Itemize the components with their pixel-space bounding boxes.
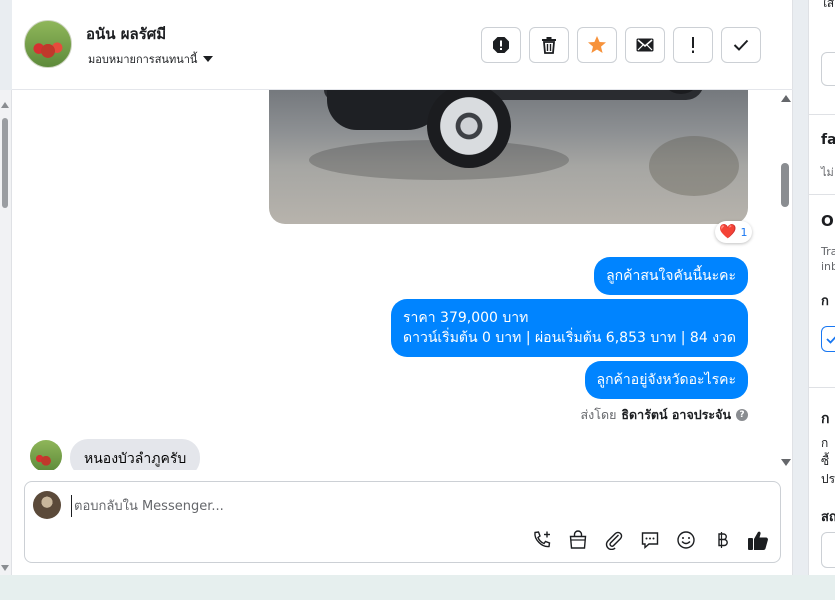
- chat-bubble-icon: [641, 532, 659, 550]
- outgoing-message[interactable]: ลูกค้าอยู่จังหวัดอะไรคะ: [584, 361, 748, 399]
- my-avatar: [33, 491, 61, 519]
- contact-name[interactable]: อนัน ผลรัศมี: [86, 22, 166, 46]
- report-spam-button[interactable]: [481, 27, 521, 63]
- incoming-message[interactable]: หนองบัวลำภูครับ: [70, 439, 201, 470]
- photo-stain: [649, 136, 739, 196]
- header-actions: [481, 27, 761, 63]
- side-text: ไม่: [821, 166, 834, 179]
- conversation-panel: อนัน ผลรัศมี มอบหมายการสนทนานี้ ❤️ 1 ลูก…: [12, 0, 793, 575]
- attach-button[interactable]: [602, 528, 626, 552]
- paperclip-icon: [605, 531, 623, 550]
- report-spam-icon: [493, 37, 509, 53]
- chat-scrollbar[interactable]: [778, 93, 792, 468]
- help-icon[interactable]: ?: [736, 409, 748, 421]
- message-line: ดาวน์เริ่มต้น 0 บาท | ผ่อนเริ่มต้น 6,853…: [403, 330, 736, 346]
- reaction-badge[interactable]: ❤️ 1: [715, 221, 753, 243]
- call-button[interactable]: [530, 528, 554, 552]
- heart-icon: ❤️: [719, 224, 737, 240]
- contact-avatar[interactable]: [24, 20, 72, 68]
- side-input[interactable]: [821, 532, 835, 568]
- star-button[interactable]: [577, 27, 617, 63]
- scroll-thumb[interactable]: [781, 163, 789, 207]
- scroll-up-arrow[interactable]: [781, 95, 791, 102]
- conversation-header: อนัน ผลรัศมี มอบหมายการสนทนานี้: [12, 0, 793, 90]
- side-text: Tra: [821, 245, 835, 258]
- side-text: ใส่: [821, 0, 835, 10]
- sent-by-label: ส่งโดย: [580, 407, 617, 422]
- message-line: ราคา 379,000 บาท: [403, 310, 529, 326]
- side-heading: O: [821, 212, 834, 230]
- side-heading: fa: [821, 132, 835, 148]
- payment-button[interactable]: [710, 528, 734, 552]
- side-text: ก: [821, 436, 829, 450]
- message-composer: [24, 481, 781, 563]
- scroll-thumb[interactable]: [2, 118, 8, 208]
- composer-toolbar: [530, 528, 770, 552]
- follow-up-button[interactable]: [673, 27, 713, 63]
- shopping-bag-icon: [569, 530, 587, 549]
- mark-done-button[interactable]: [721, 27, 761, 63]
- scroll-down-arrow[interactable]: [781, 459, 791, 466]
- phone-plus-icon: [534, 531, 551, 548]
- outgoing-message[interactable]: ลูกค้าสนใจคันนี้นะคะ: [594, 257, 748, 295]
- trash-icon: [542, 37, 556, 54]
- app-window: อนัน ผลรัศมี มอบหมายการสนทนานี้ ❤️ 1 ลูก…: [0, 0, 835, 600]
- outgoing-message[interactable]: ราคา 379,000 บาท ดาวน์เริ่มต้น 0 บาท | ผ…: [391, 299, 748, 357]
- side-label: สถ: [821, 510, 835, 525]
- reply-input[interactable]: [71, 495, 671, 517]
- left-scrollbar[interactable]: [0, 90, 12, 575]
- check-icon: [826, 336, 835, 344]
- caret-down-icon: [203, 56, 214, 62]
- car-photo-attachment[interactable]: [269, 90, 748, 224]
- saved-replies-button[interactable]: [638, 528, 662, 552]
- shop-button[interactable]: [566, 528, 590, 552]
- mail-icon: [636, 38, 654, 52]
- thumbs-up-icon: [748, 531, 768, 550]
- reaction-count: 1: [740, 225, 748, 239]
- scroll-down-arrow[interactable]: [1, 565, 9, 571]
- assign-label: มอบหมายการสนทนานี้: [88, 53, 198, 66]
- right-side-panel: ใส่ fa ไม่ O Tra inb ก ก ก ซื้ ปร สถ: [808, 0, 835, 575]
- exclamation-icon: [692, 37, 694, 53]
- delete-button[interactable]: [529, 27, 569, 63]
- sent-by-name: ธิดารัตน์ อาจประจัน: [621, 407, 731, 422]
- bottom-bar: [0, 575, 835, 600]
- baht-icon: [718, 532, 728, 548]
- message-list[interactable]: ❤️ 1 ลูกค้าสนใจคันนี้นะคะ ราคา 379,000 บ…: [12, 90, 793, 470]
- side-input[interactable]: [821, 52, 835, 86]
- star-icon: [588, 36, 606, 53]
- assign-dropdown[interactable]: มอบหมายการสนทนานี้: [88, 50, 214, 68]
- side-heading: ก: [821, 411, 830, 427]
- side-text: ปร: [821, 472, 835, 486]
- like-button[interactable]: [746, 528, 770, 552]
- mark-unread-button[interactable]: [625, 27, 665, 63]
- scroll-up-arrow[interactable]: [1, 102, 9, 108]
- side-text: ซื้: [821, 454, 830, 468]
- divider: [809, 194, 835, 195]
- contact-avatar-small[interactable]: [30, 440, 62, 470]
- side-text: inb: [821, 260, 835, 273]
- check-icon: [733, 39, 749, 51]
- sent-by-info: ส่งโดย ธิดารัตน์ อาจประจัน ?: [581, 405, 748, 425]
- divider: [809, 114, 835, 115]
- divider: [809, 387, 835, 388]
- side-label: ก: [821, 294, 829, 309]
- emoji-button[interactable]: [674, 528, 698, 552]
- side-select[interactable]: [821, 326, 835, 352]
- emoji-icon: [677, 531, 695, 549]
